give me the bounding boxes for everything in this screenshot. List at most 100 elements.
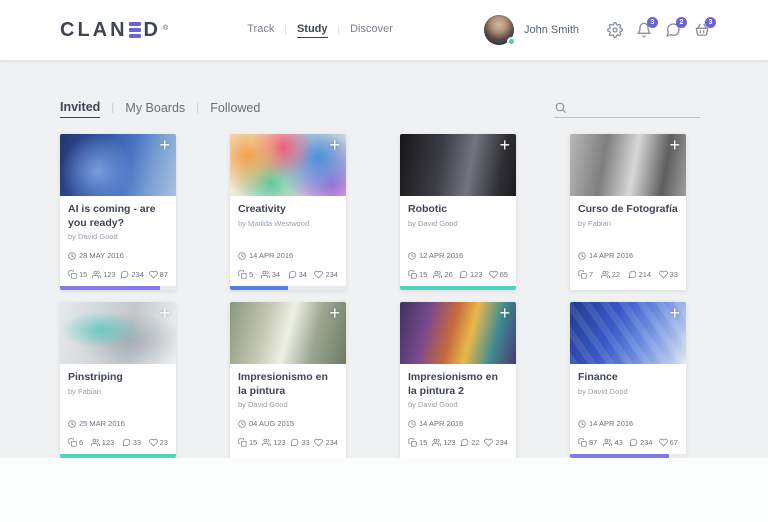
search-field[interactable]: [554, 101, 700, 118]
nav-item-discover[interactable]: Discover: [350, 23, 393, 37]
card-author: by Fabian: [578, 218, 611, 228]
card-author: by David Good: [578, 386, 628, 396]
card-date-text: 25 MAR 2016: [79, 419, 125, 428]
user-profile[interactable]: John Smith: [483, 15, 579, 46]
card-author: by David Good: [238, 400, 288, 410]
comments-count: 214: [638, 269, 652, 279]
documents-icon: [238, 437, 247, 447]
board-card[interactable]: + AI is coming - are you ready? by David…: [60, 134, 176, 290]
documents-stat: 15: [408, 270, 427, 279]
members-icon: [92, 270, 102, 278]
likes-stat: 87: [148, 270, 168, 279]
board-card[interactable]: + Creativity by Matilda Westwood 14 APR …: [230, 134, 346, 290]
documents-stat: 5: [238, 270, 253, 279]
documents-count: 15: [419, 437, 428, 447]
members-count: 26: [444, 269, 453, 279]
card-date-text: 14 APR 2016: [589, 419, 634, 428]
board-card[interactable]: + Impresionismo en la pintura by David G…: [230, 302, 346, 458]
likes-stat: 234: [484, 438, 508, 447]
comments-stat: 214: [628, 269, 652, 279]
plus-icon[interactable]: +: [669, 302, 680, 325]
tab-separator: |: [196, 100, 200, 114]
card-date: 14 APR 2016: [238, 251, 338, 260]
likes-count: 23: [159, 437, 168, 447]
members-stat: 34: [260, 270, 280, 279]
card-cover-image: +: [570, 134, 686, 196]
board-card[interactable]: + Impresionismo en la pintura 2 by David…: [400, 302, 516, 458]
filter-bar: Invited | My Boards | Followed: [0, 94, 768, 118]
plus-icon[interactable]: +: [329, 134, 340, 157]
members-icon: [90, 438, 100, 446]
card-body: Curso de Fotografía by Fabian 14 APR 201…: [570, 196, 686, 282]
plus-icon[interactable]: +: [159, 302, 170, 325]
members-stat: 26: [433, 269, 453, 279]
board-card[interactable]: + Curso de Fotografía by Fabian 14 APR 2…: [570, 134, 686, 290]
comments-icon: [288, 270, 296, 278]
tab-my-boards[interactable]: My Boards: [125, 101, 185, 118]
chat-icon[interactable]: 2: [665, 17, 687, 38]
claned-logo[interactable]: CLAN D ®: [60, 19, 168, 42]
online-status-dot: [506, 37, 516, 46]
heart-icon: [148, 270, 158, 278]
likes-count: 234: [325, 437, 338, 447]
search-input[interactable]: [573, 102, 700, 114]
nav-item-study[interactable]: Study: [296, 23, 328, 38]
likes-stat: 23: [148, 437, 168, 447]
documents-stat: 7: [578, 270, 593, 279]
members-count: 123: [103, 269, 116, 279]
card-cover-image: +: [400, 134, 516, 196]
tab-separator: |: [111, 100, 115, 114]
board-tabs: Invited | My Boards | Followed: [60, 100, 260, 118]
card-date-text: 12 APR 2016: [419, 251, 464, 260]
comments-stat: 234: [120, 270, 144, 279]
card-cover-image: +: [60, 302, 176, 364]
board-card[interactable]: + Finance by David Good 14 APR 2016 87 4…: [570, 302, 686, 458]
card-date: 25 MAR 2016: [68, 419, 168, 428]
comments-stat: 234: [629, 438, 652, 447]
likes-count: 33: [669, 269, 678, 279]
tab-invited[interactable]: Invited: [60, 100, 101, 118]
card-stats: 5 34 34 234: [238, 266, 338, 282]
comments-icon: [291, 438, 299, 446]
card-progress-fill: [60, 286, 160, 290]
members-icon: [260, 270, 270, 278]
documents-stat: 15: [408, 438, 427, 447]
card-date: 28 MAY 2016: [68, 251, 168, 260]
card-date: 14 APR 2016: [578, 251, 678, 260]
tab-followed[interactable]: Followed: [210, 101, 260, 118]
likes-stat: 33: [658, 269, 678, 279]
clock-icon: [578, 419, 586, 428]
card-stats: 15 123 22 234: [408, 434, 508, 450]
board-card[interactable]: + Pinstriping by Fabian 25 MAR 2016 6 12…: [60, 302, 176, 458]
comments-icon: [628, 270, 636, 278]
bell-icon[interactable]: 3: [636, 17, 658, 38]
plus-icon[interactable]: +: [329, 302, 340, 325]
nav-separator: |: [284, 24, 287, 36]
documents-count: 5: [249, 269, 254, 279]
card-progress-track: [570, 286, 686, 290]
card-cover-image: +: [60, 134, 176, 196]
card-author: by David Good: [68, 232, 118, 242]
plus-icon[interactable]: +: [159, 134, 170, 157]
card-cover-image: +: [230, 134, 346, 196]
documents-count: 87: [589, 437, 598, 447]
app-header: CLAN D ® Track | Study | Discover John Smith…: [0, 0, 768, 60]
clock-icon: [408, 251, 416, 260]
card-progress-track: [60, 286, 176, 290]
plus-icon[interactable]: +: [499, 134, 510, 157]
search-icon: [555, 102, 566, 113]
card-title: Robotic: [408, 203, 448, 215]
card-stats: 87 43 234 67: [578, 434, 678, 450]
avatar[interactable]: [483, 15, 516, 46]
card-progress-fill: [230, 286, 288, 290]
gear-icon[interactable]: [607, 22, 623, 38]
card-progress-track: [400, 286, 516, 290]
likes-stat: 65: [488, 270, 508, 279]
board-card[interactable]: + Robotic by David Good 12 APR 2016 15 2…: [400, 134, 516, 290]
likes-count: 234: [325, 269, 338, 279]
nav-item-track[interactable]: Track: [247, 23, 274, 37]
plus-icon[interactable]: +: [669, 134, 680, 157]
plus-icon[interactable]: +: [499, 302, 510, 325]
main-nav: Track | Study | Discover: [247, 23, 393, 38]
basket-icon[interactable]: 3: [694, 17, 716, 38]
